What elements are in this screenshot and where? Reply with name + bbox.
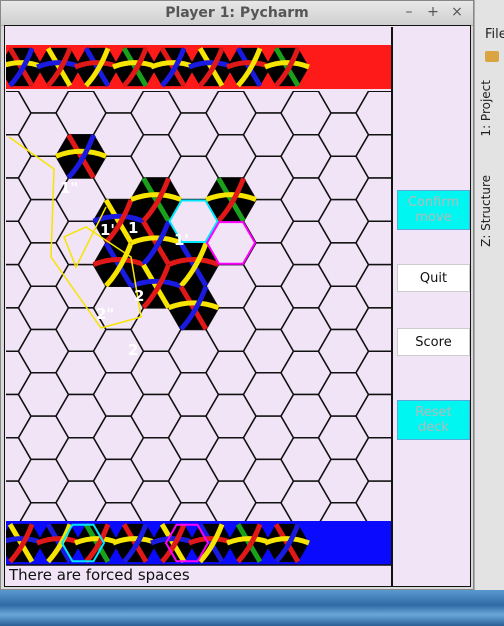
desktop-background xyxy=(0,588,504,626)
maximize-button[interactable]: + xyxy=(425,4,441,20)
game-client-area: 1" 1' 1 1' 2 2" 2 There are forced spaces Conf… xyxy=(4,25,471,587)
minimize-button[interactable]: – xyxy=(401,4,417,20)
path-label: 1' xyxy=(174,231,189,249)
title-bar[interactable]: Player 1: Pycharm – + × xyxy=(1,1,473,26)
project-tab[interactable]: 1: Project xyxy=(479,80,493,137)
structure-tab[interactable]: Z: Structure xyxy=(479,175,493,247)
file-menu[interactable]: File xyxy=(485,27,504,42)
folder-icon[interactable] xyxy=(485,51,499,62)
path-label: 2 xyxy=(134,287,144,305)
ide-side-panel: File 1: Project Z: Structure xyxy=(474,0,504,590)
board-frame: 1" 1' 1 1' 2 2" 2 There are forced spaces xyxy=(6,27,393,587)
quit-button[interactable]: Quit xyxy=(397,264,470,292)
score-button[interactable]: Score xyxy=(397,328,470,356)
game-board[interactable]: 1" 1' 1 1' 2 2" 2 xyxy=(6,27,391,587)
path-label: 1" xyxy=(60,179,78,197)
status-message: There are forced spaces xyxy=(9,566,190,584)
close-button[interactable]: × xyxy=(449,4,465,20)
confirm-move-button[interactable]: Confirm move xyxy=(397,190,470,230)
path-label: 2" xyxy=(96,305,114,323)
path-label: 1 xyxy=(128,219,138,237)
path-label: 1' xyxy=(100,221,115,239)
game-window: Player 1: Pycharm – + × 1" 1' 1 1' 2 2" 2 Ther xyxy=(0,0,474,590)
reset-deck-button[interactable]: Reset deck xyxy=(397,400,470,440)
path-label: 2 xyxy=(128,341,138,359)
